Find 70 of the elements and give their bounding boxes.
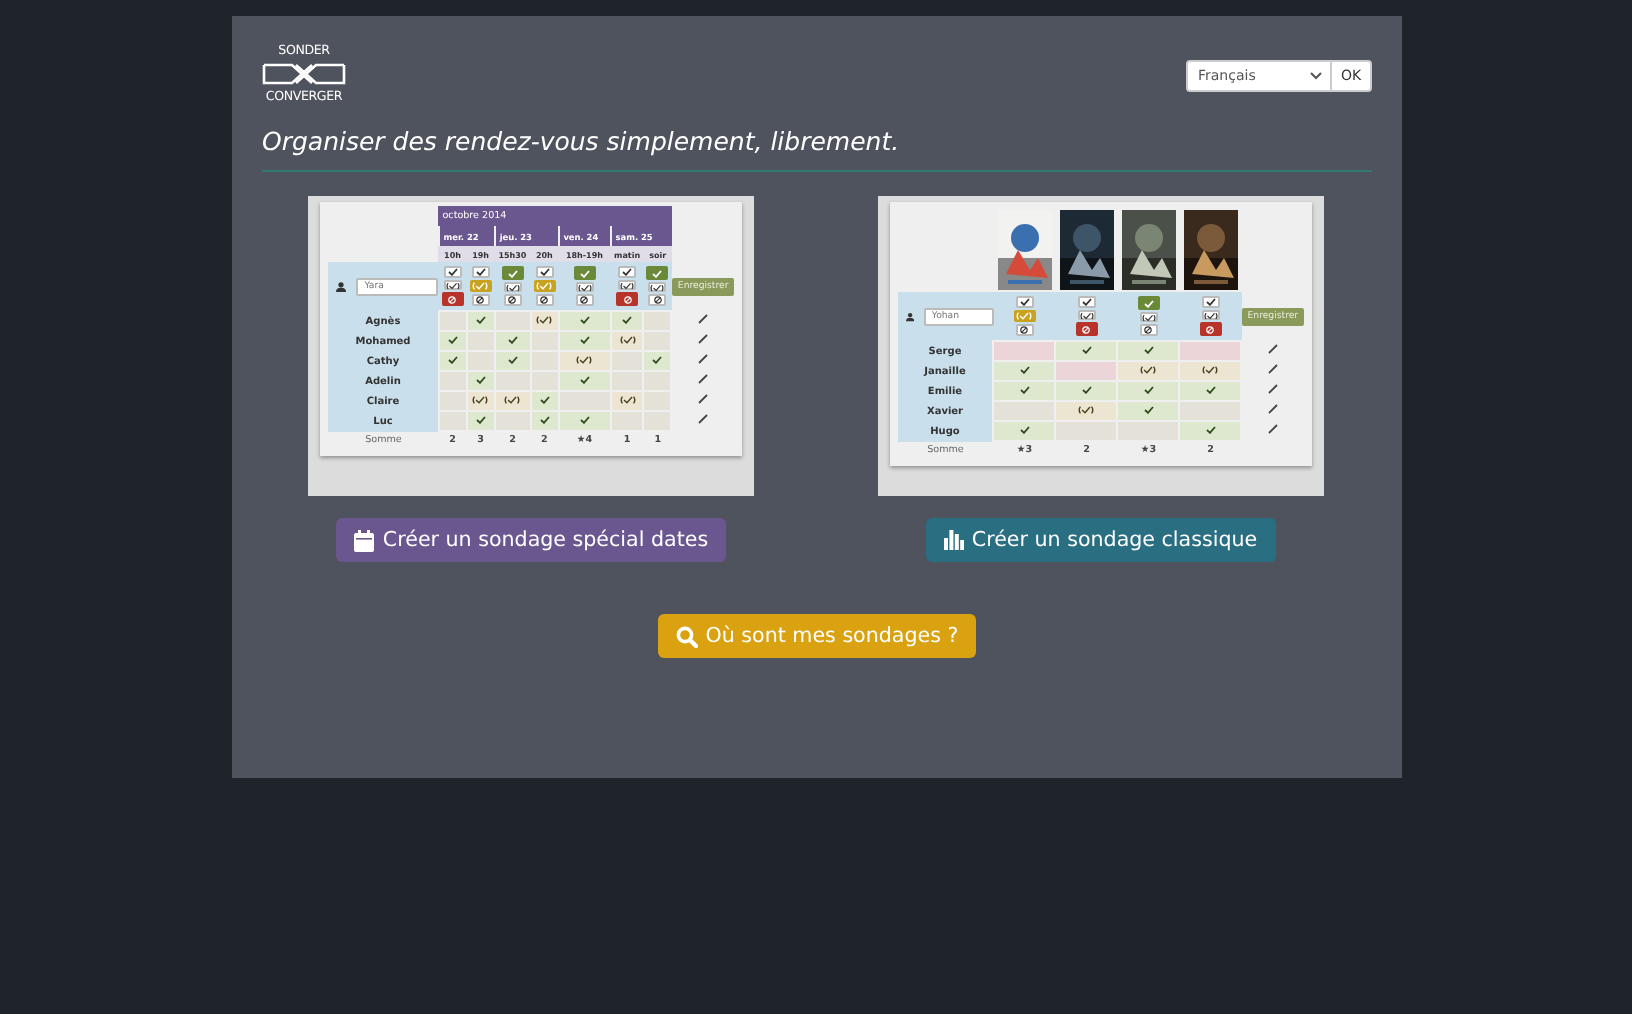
check-icon xyxy=(1143,405,1154,413)
maybe-check-icon xyxy=(576,355,593,363)
yes-option-button[interactable] xyxy=(471,266,490,278)
no-option-button[interactable] xyxy=(503,294,522,306)
check-icon xyxy=(1205,425,1216,433)
check-icon xyxy=(579,375,590,383)
no-option-button[interactable] xyxy=(1075,322,1098,336)
check-icon xyxy=(475,415,486,423)
maybe-option-button[interactable] xyxy=(648,281,667,293)
check-icon xyxy=(1081,385,1092,393)
create-date-poll-button[interactable]: Créer un sondage spécial dates xyxy=(336,518,727,562)
maybe-option-button[interactable] xyxy=(575,281,594,293)
check-icon xyxy=(447,335,458,343)
check-icon xyxy=(1019,425,1030,433)
person-icon xyxy=(336,281,347,292)
no-option-button[interactable] xyxy=(648,294,667,306)
no-option-button[interactable] xyxy=(575,294,594,306)
bar-chart-icon xyxy=(943,530,964,550)
maybe-check-icon xyxy=(504,395,521,403)
check-icon xyxy=(475,375,486,383)
check-icon xyxy=(652,355,663,363)
check-icon xyxy=(1205,385,1216,393)
maybe-option-button[interactable] xyxy=(1139,311,1158,323)
check-icon xyxy=(1143,385,1154,393)
no-option-button[interactable] xyxy=(441,292,464,306)
no-option-button[interactable] xyxy=(616,292,639,306)
maybe-check-icon xyxy=(619,395,636,403)
check-icon xyxy=(539,395,550,403)
arrows-logo-icon xyxy=(262,60,346,88)
check-icon xyxy=(622,315,633,323)
check-icon xyxy=(579,335,590,343)
search-icon xyxy=(675,625,698,647)
yes-option-button[interactable] xyxy=(1077,296,1096,308)
maybe-option-button[interactable] xyxy=(618,279,637,291)
check-icon xyxy=(1081,345,1092,353)
maybe-option-button[interactable] xyxy=(503,281,522,293)
maybe-option-button[interactable] xyxy=(1201,309,1220,321)
no-option-button[interactable] xyxy=(535,294,554,306)
maybe-option-button[interactable] xyxy=(443,279,462,291)
maybe-option-button[interactable] xyxy=(1077,309,1096,321)
yes-option-button[interactable] xyxy=(618,266,637,278)
yes-option-button[interactable] xyxy=(1015,296,1034,308)
yes-option-button[interactable] xyxy=(443,266,462,278)
check-icon xyxy=(1019,385,1030,393)
maybe-check-icon xyxy=(619,335,636,343)
maybe-check-icon xyxy=(1078,405,1095,413)
create-classic-poll-button[interactable]: Créer un sondage classique xyxy=(925,518,1276,562)
check-icon xyxy=(579,415,590,423)
person-icon xyxy=(905,311,914,322)
caret-icon xyxy=(1310,72,1322,80)
no-option-button[interactable] xyxy=(1199,322,1222,336)
check-icon xyxy=(539,415,550,423)
check-icon xyxy=(579,315,590,323)
calendar-icon xyxy=(354,529,375,551)
maybe-check-icon xyxy=(1140,365,1157,373)
check-icon xyxy=(475,315,486,323)
check-icon xyxy=(1143,345,1154,353)
yes-option-button[interactable] xyxy=(1201,296,1220,308)
no-option-button[interactable] xyxy=(1139,324,1158,336)
yes-option-button[interactable] xyxy=(535,266,554,278)
check-icon xyxy=(507,335,518,343)
maybe-check-icon xyxy=(1202,365,1219,373)
check-icon xyxy=(507,355,518,363)
maybe-check-icon xyxy=(472,395,489,403)
tagline: Organiser des rendez-vous simplement, librement. xyxy=(262,126,902,156)
no-option-button[interactable] xyxy=(471,294,490,306)
check-icon xyxy=(447,355,458,363)
maybe-check-icon xyxy=(536,315,553,323)
check-icon xyxy=(1019,365,1030,373)
no-option-button[interactable] xyxy=(1015,324,1034,336)
